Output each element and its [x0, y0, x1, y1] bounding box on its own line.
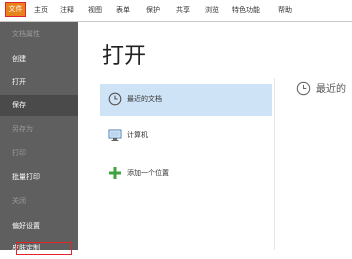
- tab-form[interactable]: 表单: [116, 5, 130, 15]
- sidebar-item-create[interactable]: 创建: [0, 49, 78, 70]
- location-label: 最近的文档: [127, 95, 162, 103]
- tab-features[interactable]: 特色功能: [232, 5, 260, 15]
- tab-home[interactable]: 主页: [34, 5, 48, 15]
- sidebar-item-close[interactable]: 关闭: [0, 191, 78, 212]
- tab-view[interactable]: 视图: [88, 5, 102, 15]
- sidebar-item-open[interactable]: 打开: [0, 72, 78, 93]
- sidebar-item-save-as[interactable]: 另存为: [0, 119, 78, 140]
- ribbon-tab-bar: 文件 主页 注释 视图 表单 保护 共享 浏览 特色功能 帮助: [0, 0, 352, 22]
- tab-browse[interactable]: 浏览: [205, 5, 219, 15]
- sidebar-item-batch-print[interactable]: 批量打印: [0, 167, 78, 188]
- plus-icon: [109, 167, 121, 179]
- sidebar-item-print[interactable]: 打印: [0, 143, 78, 164]
- open-panel: 打开 最近的文档 计算机 添加一个位置 最近的: [78, 22, 352, 250]
- page-title: 打开: [102, 44, 147, 69]
- location-label: 计算机: [127, 131, 148, 139]
- preferences-highlight-box: [16, 242, 72, 255]
- sidebar-item-save[interactable]: 保存: [0, 95, 78, 116]
- location-add-place[interactable]: 添加一个位置: [100, 158, 272, 190]
- location-label: 添加一个位置: [127, 169, 169, 177]
- tab-share[interactable]: 共享: [176, 5, 190, 15]
- tab-help[interactable]: 帮助: [278, 5, 292, 15]
- clock-icon: [108, 92, 122, 106]
- tab-file[interactable]: 文件: [5, 2, 26, 17]
- clock-icon: [296, 81, 311, 96]
- recent-documents-heading-label: 最近的: [316, 84, 346, 95]
- sidebar-item-properties[interactable]: 文档属性: [0, 24, 78, 45]
- panel-divider: [274, 78, 275, 250]
- location-recent-documents[interactable]: 最近的文档: [100, 84, 272, 116]
- recent-documents-heading: 最近的: [296, 80, 352, 100]
- tab-protect[interactable]: 保护: [146, 5, 160, 15]
- backstage-sidebar: 文档属性 创建 打开 保存 另存为 打印 批量打印 关闭 偏好设置 皮肤定制: [0, 22, 78, 255]
- sidebar-item-preferences[interactable]: 偏好设置: [0, 216, 78, 237]
- computer-icon: [108, 129, 122, 141]
- location-computer[interactable]: 计算机: [100, 120, 272, 152]
- tab-annotate[interactable]: 注释: [60, 5, 74, 15]
